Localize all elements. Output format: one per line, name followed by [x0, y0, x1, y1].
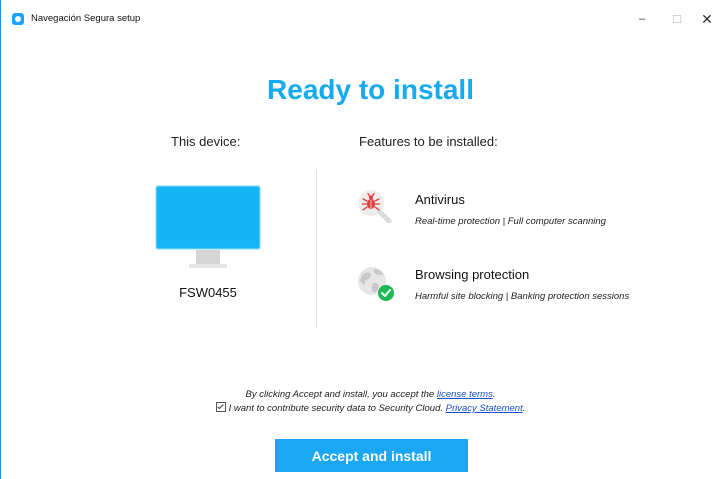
bug-icon [356, 187, 392, 224]
antivirus-description: Real-time protection | Full computer sca… [415, 216, 606, 227]
monitor-screen [156, 186, 260, 249]
title-bar[interactable]: Navegación Segura setup – ☐ ✕ [1, 0, 715, 30]
page-title: Ready to install [267, 74, 474, 105]
features-column-title: Features to be installed: [359, 134, 498, 149]
close-button[interactable]: ✕ [698, 8, 715, 30]
setup-window: Navegación Segura setup – ☐ ✕ Ready to i… [0, 0, 715, 479]
device-column-title: This device: [171, 134, 241, 149]
maximize-button[interactable]: ☐ [662, 8, 692, 30]
antivirus-title: Antivirus [415, 192, 465, 207]
privacy-statement-link[interactable]: Privacy Statement [446, 403, 523, 414]
license-consent-prefix: By clicking Accept and install, you acce… [245, 389, 437, 400]
column-divider [316, 170, 317, 328]
monitor-base [189, 264, 227, 268]
security-cloud-checkbox[interactable] [215, 402, 226, 412]
browsing-protection-description: Harmful site blocking | Banking protecti… [415, 291, 630, 302]
browsing-protection-title: Browsing protection [415, 267, 530, 282]
license-consent-text: By clicking Accept and install, you acce… [1, 389, 715, 400]
license-terms-link[interactable]: license terms [437, 389, 493, 400]
minimize-button[interactable]: – [627, 8, 657, 30]
app-logo-icon [12, 13, 24, 25]
security-cloud-consent-suffix: . [522, 403, 526, 414]
security-cloud-consent-label: I want to contribute security data to Se… [228, 403, 446, 414]
accept-and-install-button[interactable]: Accept and install [275, 439, 468, 472]
license-consent-suffix: . [492, 389, 496, 400]
security-cloud-consent: I want to contribute security data to Se… [1, 402, 715, 414]
device-name: FSW0455 [179, 285, 237, 300]
globe-shield-icon [356, 263, 394, 301]
monitor-stand [196, 250, 220, 264]
window-title: Navegación Segura setup [31, 13, 141, 24]
